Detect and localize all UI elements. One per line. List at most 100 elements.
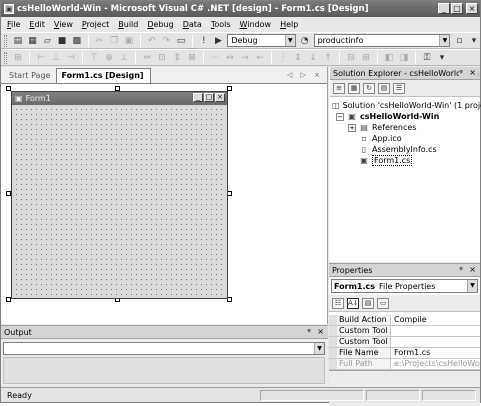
toolbar-grip[interactable] (4, 51, 7, 64)
events-icon[interactable]: ▭ (377, 297, 389, 309)
form1-client-area[interactable] (14, 107, 225, 296)
output-title-bar[interactable]: Output ᵠ × (1, 326, 328, 339)
expand-icon[interactable]: + (348, 123, 356, 132)
menu-window[interactable]: Window (240, 20, 272, 29)
toolbar-options-icon[interactable]: ▾ (468, 35, 480, 47)
save-all-icon[interactable]: ▩ (71, 35, 83, 47)
tree-item-project[interactable]: − ▣ csHelloWorld-Win (332, 111, 478, 122)
tree-item-solution[interactable]: ◫ Solution 'csHelloWorld-Win' (1 project… (332, 100, 481, 111)
property-row[interactable]: Build Action Compile (329, 315, 480, 326)
same-width-icon[interactable]: ⇔ (141, 52, 153, 64)
new-project-icon[interactable]: ▤ (12, 35, 24, 47)
toolbar-grip[interactable] (4, 34, 7, 47)
same-size-icon[interactable]: ⊠ (186, 52, 198, 64)
lock-controls-icon[interactable]: ⚿ (421, 52, 433, 64)
properties-title-bar[interactable]: Properties ᵠ × (329, 264, 480, 277)
tree-item-app-ico[interactable]: ▫ App.ico (332, 133, 478, 144)
maximize-button[interactable]: □ (451, 3, 463, 14)
align-bottoms-icon[interactable]: ⊥ (118, 52, 130, 64)
output-text-area[interactable] (3, 357, 325, 384)
navigate-icon[interactable]: ▭ (175, 35, 187, 47)
menu-view[interactable]: View (54, 20, 73, 29)
tree-item-references[interactable]: + ▤ References (332, 122, 478, 133)
align-lefts-icon[interactable]: ⊢ (35, 52, 47, 64)
minimize-button[interactable]: _ (438, 3, 450, 14)
menu-project[interactable]: Project (82, 20, 109, 29)
increase-vspacing-icon[interactable]: ↕ (292, 52, 304, 64)
form1-minimize-button[interactable]: _ (193, 93, 203, 102)
menu-debug[interactable]: Debug (147, 20, 173, 29)
horizontal-spacing-icon[interactable]: ⋯ (209, 52, 221, 64)
align-centers-icon[interactable]: ⊥ (50, 52, 62, 64)
decrease-hspacing-icon[interactable]: → (239, 52, 251, 64)
save-icon[interactable]: ■ (56, 35, 68, 47)
bring-to-front-icon[interactable]: ◧ (383, 52, 395, 64)
find-icon[interactable]: ◔ (299, 35, 311, 47)
remove-hspacing-icon[interactable]: ← (254, 52, 266, 64)
panel-pin-close[interactable]: ᵠ × (307, 327, 326, 336)
form-designer[interactable]: ▣ Form1 _ □ × (1, 85, 327, 324)
open-icon[interactable]: ▱ (41, 35, 53, 47)
tree-item-form1[interactable]: ▣ Form1.cs (332, 155, 478, 166)
redo-icon[interactable]: ↷ (160, 35, 172, 47)
property-value[interactable]: Compile (391, 315, 480, 325)
panel-pin-close[interactable]: ᵠ × (459, 265, 478, 274)
property-value[interactable]: Form1.cs (391, 348, 480, 358)
property-value[interactable] (391, 326, 480, 336)
find-combo[interactable]: productinfo ▼ (313, 34, 451, 47)
remove-vspacing-icon[interactable]: ↑ (322, 52, 334, 64)
align-middles-icon[interactable]: ⊕ (103, 52, 115, 64)
menu-build[interactable]: Build (118, 20, 138, 29)
view-code-icon[interactable]: ≡ (333, 82, 345, 94)
output-source-combo[interactable]: ▼ (3, 342, 325, 355)
align-to-grid-icon[interactable]: ⊞ (12, 52, 24, 64)
alphabetical-icon[interactable]: A↓ (347, 297, 359, 309)
undo-icon[interactable]: ↶ (146, 35, 158, 47)
find-in-files-icon[interactable]: ▫ (453, 35, 465, 47)
center-vertically-icon[interactable]: ⊞ (360, 52, 372, 64)
property-pages-icon[interactable]: ▤ (362, 297, 374, 309)
tree-item-assemblyinfo[interactable]: ▯ AssemblyInfo.cs (332, 144, 478, 155)
menu-file[interactable]: File (7, 20, 20, 29)
paste-icon[interactable]: ▣ (123, 35, 135, 47)
properties-icon[interactable]: ☰ (393, 82, 405, 94)
categorized-icon[interactable]: ☷ (332, 297, 344, 309)
menu-edit[interactable]: Edit (29, 20, 45, 29)
form1-close-button[interactable]: × (215, 93, 225, 102)
form1-title-bar[interactable]: ▣ Form1 _ □ × (12, 92, 227, 105)
show-all-files-icon[interactable]: ▤ (378, 82, 390, 94)
object-selector[interactable]: Form1.cs File Properties ▼ (331, 279, 478, 293)
chevron-down-icon[interactable]: ▼ (284, 35, 295, 46)
send-to-back-icon[interactable]: ◨ (398, 52, 410, 64)
collapse-icon[interactable]: − (336, 112, 344, 121)
increase-hspacing-icon[interactable]: ↔ (224, 52, 236, 64)
close-button[interactable]: × (466, 3, 478, 14)
menu-data[interactable]: Data (183, 20, 202, 29)
property-row[interactable]: Full Path e:\Projects\csHelloWor (329, 359, 480, 370)
menu-tools[interactable]: Tools (211, 20, 231, 29)
align-rights-icon[interactable]: ⊣ (65, 52, 77, 64)
copy-icon[interactable]: ❐ (108, 35, 120, 47)
start-debug-icon[interactable]: ▶ (213, 35, 225, 47)
cut-icon[interactable]: ✂ (94, 35, 106, 47)
chevron-down-icon[interactable]: ▼ (467, 280, 477, 292)
tab-start-page[interactable]: Start Page (5, 71, 56, 83)
refresh-icon[interactable]: ↻ (363, 82, 375, 94)
size-to-grid-icon[interactable]: ⊡ (156, 52, 168, 64)
menu-help[interactable]: Help (280, 20, 298, 29)
view-designer-icon[interactable]: ▦ (348, 82, 360, 94)
chevron-down-icon[interactable]: ▼ (439, 35, 450, 46)
center-horizontally-icon[interactable]: ⊟ (345, 52, 357, 64)
tab-navigation[interactable]: ◁ ▷ × (287, 71, 323, 79)
property-row[interactable]: File Name Form1.cs (329, 348, 480, 359)
decrease-vspacing-icon[interactable]: ↓ (307, 52, 319, 64)
property-value[interactable] (391, 337, 480, 347)
chevron-down-icon[interactable]: ▼ (314, 343, 324, 354)
solution-config-combo[interactable]: Debug ▼ (227, 34, 296, 47)
same-height-icon[interactable]: ⇕ (171, 52, 183, 64)
tab-form1-design[interactable]: Form1.cs [Design] (56, 68, 151, 83)
form1-maximize-button[interactable]: □ (204, 93, 214, 102)
property-row[interactable]: Custom Tool (329, 326, 480, 337)
app-icon[interactable]: ▣ (4, 4, 14, 14)
add-item-icon[interactable]: ▦ (27, 35, 39, 47)
